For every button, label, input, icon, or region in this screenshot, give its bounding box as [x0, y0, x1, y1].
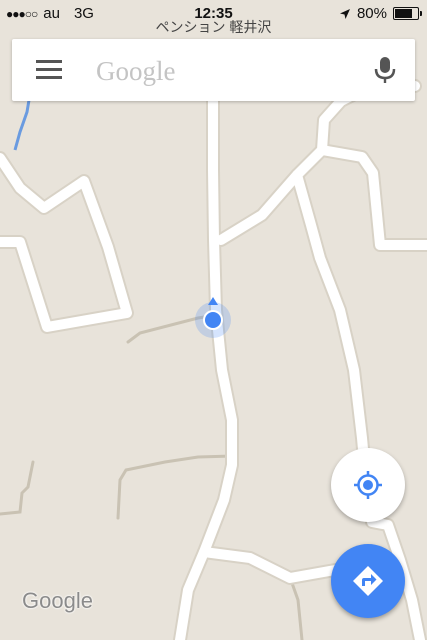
crosshair-location-icon: [354, 471, 382, 499]
directions-button[interactable]: [331, 544, 405, 618]
google-watermark: Google: [22, 588, 93, 613]
my-location-button[interactable]: [331, 448, 405, 522]
search-input[interactable]: [94, 51, 358, 91]
hamburger-menu-icon[interactable]: [36, 60, 62, 80]
search-bar[interactable]: [12, 39, 415, 101]
directions-arrow-icon: [353, 566, 383, 596]
map-place-label[interactable]: ペンション 軽井沢: [0, 17, 427, 37]
location-dot: [205, 312, 221, 328]
microphone-icon[interactable]: [373, 55, 397, 85]
